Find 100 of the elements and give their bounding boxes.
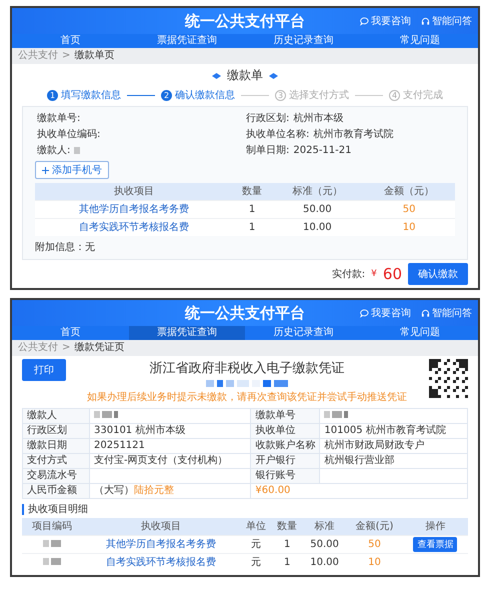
column-header: 金额(元): [346, 518, 403, 536]
nav-tab[interactable]: 票据凭证查询: [128, 326, 245, 340]
table-cell: 1: [232, 200, 272, 218]
nav-tab[interactable]: 常见问题: [362, 326, 478, 340]
table-cell: 支付方式: [22, 454, 90, 468]
breadcrumb-link[interactable]: 公共支付: [18, 340, 58, 356]
table-cell: 杭州银行营业部: [320, 454, 468, 468]
chat-icon: [360, 16, 369, 26]
field-label: 制单日期:: [246, 144, 290, 157]
field-value: 杭州市教育考试院: [313, 128, 394, 141]
diamond-icon: [269, 72, 278, 78]
table-cell[interactable]: 其他学历自考报名考务费: [82, 536, 240, 554]
platform-title: 统一公共支付平台: [185, 304, 305, 322]
currency-sign: ¥: [371, 269, 377, 279]
column-header: 项目编码: [22, 518, 82, 536]
table-cell[interactable]: 其他学历自考报名考务费: [35, 200, 233, 218]
column-header: 数量: [232, 183, 272, 200]
table-cell: 50.00: [271, 200, 364, 218]
table-cell: 50: [346, 536, 403, 554]
table-cell: 执收单位: [250, 424, 320, 438]
table-cell: 缴款单号: [250, 408, 320, 424]
table-cell: 330101 杭州市本级: [90, 424, 251, 438]
progress-step: 3 选择支付方式: [275, 88, 349, 102]
header-link[interactable]: 我要咨询: [360, 14, 411, 28]
notice-text: 如果办理后续业务时提示未缴款，请再次查询该凭证并尝试手动推送凭证: [87, 390, 407, 404]
breadcrumb-separator: >: [62, 49, 70, 63]
column-header: 执收项目: [35, 183, 233, 200]
field-label: 缴款单号:: [37, 112, 80, 125]
field-value: 杭州市本级: [293, 112, 344, 125]
form-title: 缴款单: [227, 67, 263, 84]
column-header: 单位: [240, 518, 272, 536]
headset-icon: [421, 308, 430, 318]
breadcrumb-link[interactable]: 公共支付: [18, 48, 58, 64]
column-header: 标准（元）: [271, 183, 364, 200]
field-label: 执收单位名称:: [246, 128, 310, 141]
platform-title: 统一公共支付平台: [185, 12, 305, 30]
table-cell: 银行账号: [250, 468, 320, 484]
breadcrumb-current: 缴款凭证页: [74, 341, 124, 355]
table-cell: 开户银行: [250, 454, 320, 468]
breadcrumb-separator: >: [62, 341, 70, 355]
table-cell: 1: [272, 536, 303, 554]
breadcrumb-current: 缴款单页: [74, 48, 114, 63]
nav-tab[interactable]: 常见问题: [362, 34, 478, 48]
progress-step: 1 填写缴款信息: [47, 88, 121, 102]
table-cell: 10: [346, 554, 403, 571]
confirm-button[interactable]: 确认缴款: [408, 263, 468, 285]
field-label: 执收单位编码:: [37, 128, 100, 141]
header-link[interactable]: 我要咨询: [360, 306, 411, 320]
table-cell: （大写）陆拾元整: [90, 484, 251, 498]
column-header: 执收项目: [82, 518, 240, 536]
nav-tab[interactable]: 首页: [12, 326, 128, 340]
table-cell: 人民币金额: [22, 484, 90, 498]
nav-tab[interactable]: 首页: [12, 34, 128, 48]
header-link[interactable]: 智能问答: [421, 14, 472, 28]
column-header: 数量: [272, 518, 303, 536]
total-amount: 60: [382, 265, 402, 283]
add-phone-button[interactable]: 添加手机号: [35, 161, 109, 179]
field-label: 行政区划:: [246, 112, 290, 125]
progress-step: 2 确认缴款信息: [161, 88, 235, 102]
total-label: 实付款:: [332, 268, 366, 281]
table-cell: 元: [240, 554, 272, 571]
progress-step: 4 支付完成: [389, 88, 443, 102]
plus-icon: [42, 166, 49, 174]
view-receipt-button[interactable]: 查看票据: [413, 537, 458, 552]
table-cell[interactable]: 自考实践环节考核报名费: [82, 554, 240, 571]
table-cell: 收款账户名称: [250, 438, 320, 454]
table-cell: 1: [272, 554, 303, 571]
header-link[interactable]: 智能问答: [421, 306, 472, 320]
table-cell: 10: [363, 218, 455, 236]
table-cell: 50: [363, 200, 455, 218]
table-cell: 元: [240, 536, 272, 554]
table-cell: 1: [232, 218, 272, 236]
nav-tab[interactable]: 票据凭证查询: [128, 34, 245, 48]
table-cell: 10.00: [271, 218, 364, 236]
table-cell: 50.00: [302, 536, 346, 554]
table-cell[interactable]: 自考实践环节考核报名费: [35, 218, 233, 236]
extra-info: 附加信息：无: [35, 240, 96, 254]
table-cell: 20251121: [90, 438, 251, 454]
nav-tab[interactable]: 历史记录查询: [245, 34, 362, 48]
table-cell: ¥60.00: [250, 484, 468, 498]
table-cell: 缴款日期: [22, 438, 90, 454]
table-cell: 101005 杭州市教育考试院: [320, 424, 468, 438]
table-cell: 10.00: [302, 554, 346, 571]
column-header: 金额（元）: [363, 183, 455, 200]
chat-icon: [360, 308, 369, 318]
column-header: 操作: [402, 518, 468, 536]
table-cell: 杭州市财政局财政专户: [320, 438, 468, 454]
nav-tab[interactable]: 历史记录查询: [245, 326, 362, 340]
field-label: 缴款人:: [37, 144, 70, 157]
table-cell: 支付宝-网页支付（支付机构）: [90, 454, 251, 468]
qr-code: [429, 359, 468, 398]
headset-icon: [421, 16, 430, 26]
section-title: 执收项目明细: [22, 504, 468, 515]
diamond-icon: [212, 72, 221, 78]
field-value: 2025-11-21: [293, 144, 352, 157]
voucher-title: 浙江省政府非税收入电子缴款凭证: [150, 360, 344, 377]
table-cell: 缴款人: [22, 408, 90, 424]
print-button[interactable]: 打印: [22, 359, 66, 381]
column-header: 标准: [302, 518, 346, 536]
table-cell: 行政区划: [22, 424, 90, 438]
